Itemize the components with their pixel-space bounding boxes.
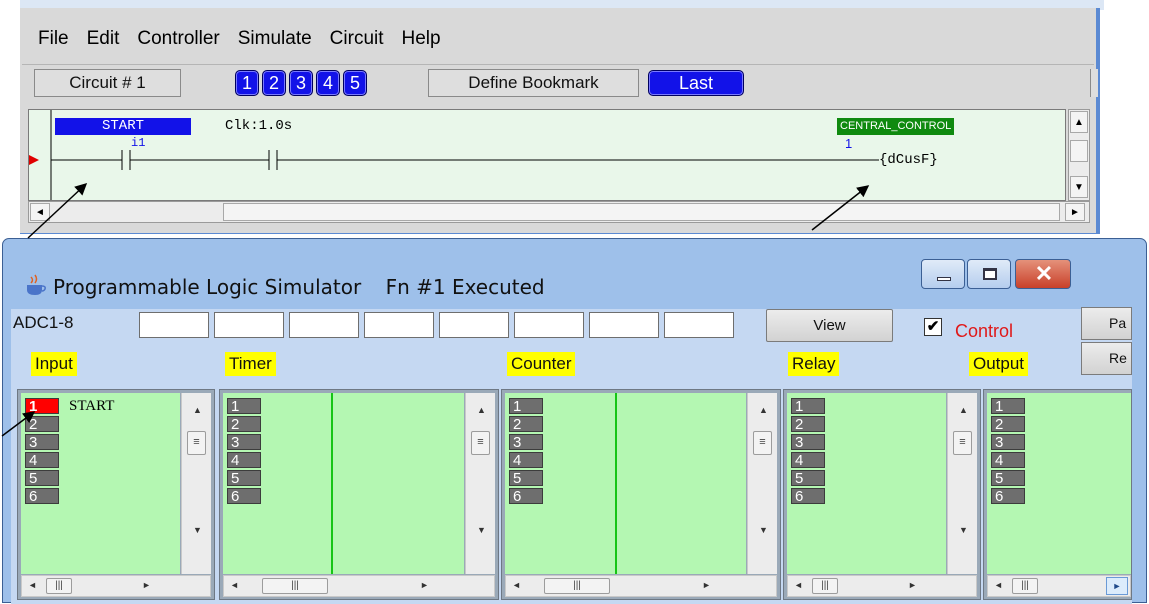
arrow-to-input-slot (1, 411, 36, 437)
annotation-arrows (1, 182, 870, 437)
arrow-to-output-coil (811, 185, 870, 231)
arrow-to-input-contact (27, 182, 88, 239)
